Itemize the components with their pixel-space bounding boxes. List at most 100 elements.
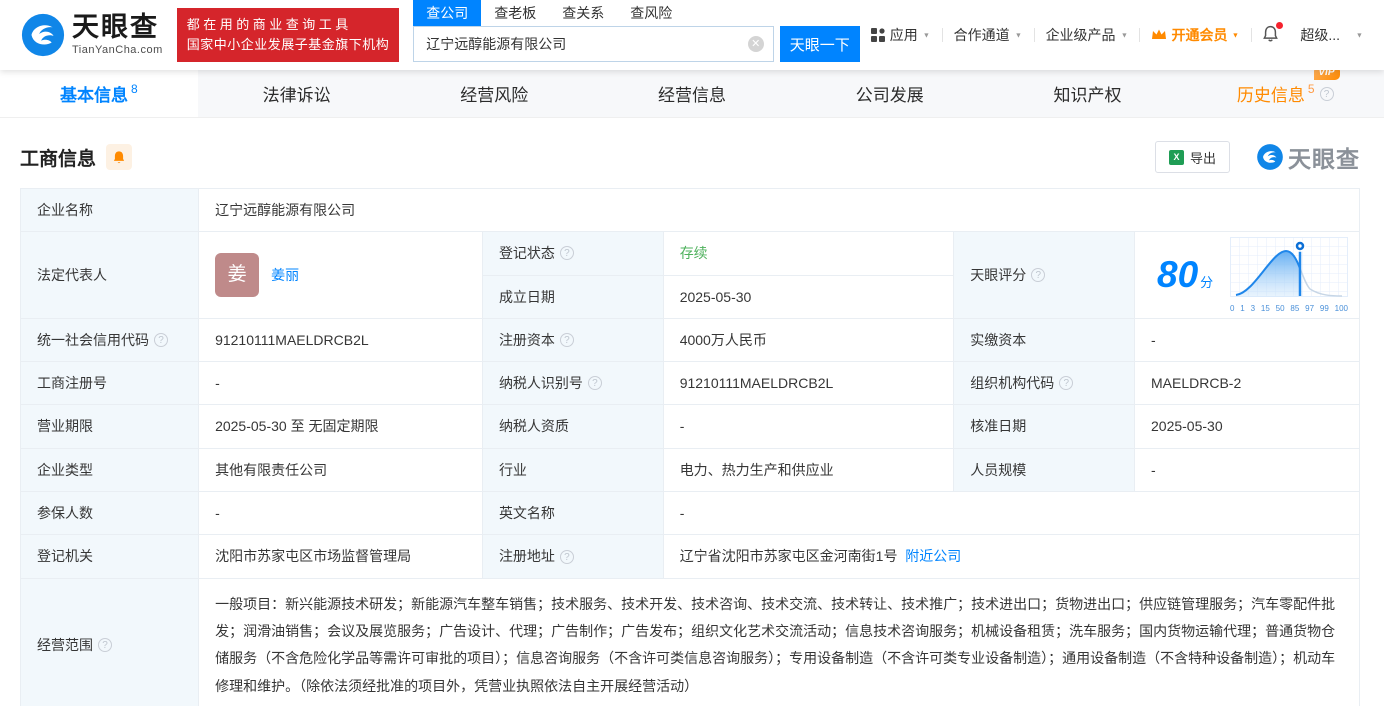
- clear-search-icon[interactable]: [748, 36, 764, 52]
- top-nav: 应用 合作通道 企业级产品 开通会员: [860, 25, 1364, 46]
- help-icon[interactable]: [1320, 87, 1334, 101]
- excel-icon: [1169, 150, 1184, 165]
- help-icon[interactable]: [560, 550, 574, 564]
- field-label: 经营范围: [21, 578, 199, 706]
- bell-icon: [112, 150, 126, 165]
- crown-icon: [1151, 28, 1167, 42]
- nav-super-label: 超级...: [1300, 25, 1340, 45]
- company-type-value: 其他有限责任公司: [199, 448, 483, 491]
- tab-intellectual-property[interactable]: 知识产权: [989, 70, 1187, 117]
- table-row: 参保人数 - 英文名称 -: [21, 492, 1360, 535]
- nav-partner-label: 合作通道: [954, 25, 1010, 45]
- field-label: 企业名称: [21, 189, 199, 232]
- est-date-value: 2025-05-30: [663, 275, 954, 318]
- field-label: 核准日期: [954, 405, 1135, 448]
- search-button[interactable]: 天眼一下: [780, 26, 860, 62]
- taxpayer-quality-value: -: [663, 405, 954, 448]
- reg-authority-value: 沈阳市苏家屯区市场监督管理局: [199, 535, 483, 578]
- apps-grid-icon: [871, 28, 885, 42]
- chevron-down-icon: [922, 30, 931, 40]
- tab-operating-info[interactable]: 经营信息: [593, 70, 791, 117]
- reg-status-value: 存续: [663, 232, 954, 275]
- nav-apps[interactable]: 应用: [860, 25, 942, 45]
- table-row: 法定代表人 姜 姜丽 登记状态 存续 天眼评分 8: [21, 232, 1360, 275]
- field-label: 成立日期: [482, 275, 663, 318]
- field-label: 登记机关: [21, 535, 199, 578]
- company-section-tabbar: 基本信息 8 法律诉讼 经营风险 经营信息 公司发展 知识产权 VIP 历史信息…: [0, 70, 1384, 118]
- nav-open-membership[interactable]: 开通会员: [1140, 25, 1251, 45]
- search-tab-relation[interactable]: 查关系: [549, 0, 617, 26]
- nearby-companies-link[interactable]: 附近公司: [905, 548, 961, 564]
- logo-domain: TianYanCha.com: [72, 44, 163, 56]
- table-row: 企业类型 其他有限责任公司 行业 电力、热力生产和供应业 人员规模 -: [21, 448, 1360, 491]
- table-row: 企业名称 辽宁远醇能源有限公司: [21, 189, 1360, 232]
- credit-code-value: 91210111MAELDRCB2L: [199, 318, 483, 361]
- tianyancha-logo-icon: [20, 12, 66, 58]
- field-label: 英文名称: [482, 492, 663, 535]
- export-button[interactable]: 导出: [1155, 141, 1230, 173]
- subscribe-bell-button[interactable]: [106, 144, 132, 170]
- staff-size-value: -: [1135, 448, 1360, 491]
- legal-rep-link[interactable]: 姜丽: [271, 265, 299, 285]
- tianyancha-logo-icon: [1256, 143, 1284, 171]
- reg-address-value: 辽宁省沈阳市苏家屯区金河南街1号 附近公司: [663, 535, 1359, 578]
- score-axis-labels: 013 155085 9799100: [1229, 305, 1349, 313]
- help-icon[interactable]: [98, 638, 112, 652]
- tab-basic-info[interactable]: 基本信息 8: [0, 70, 198, 117]
- search-area: 查公司 查老板 查关系 查风险 天眼一下: [413, 0, 859, 62]
- search-tab-company[interactable]: 查公司: [413, 0, 481, 26]
- nav-enterprise-product[interactable]: 企业级产品: [1035, 25, 1140, 45]
- main-content: 工商信息 导出 天眼查: [0, 118, 1384, 706]
- industry-value: 电力、热力生产和供应业: [663, 448, 954, 491]
- field-label: 人员规模: [954, 448, 1135, 491]
- nav-vip-label: 开通会员: [1171, 25, 1227, 45]
- field-label: 营业期限: [21, 405, 199, 448]
- insured-count-value: -: [199, 492, 483, 535]
- field-label: 注册资本: [482, 318, 663, 361]
- tianyancha-watermark: 天眼查: [1256, 140, 1360, 174]
- search-tab-risk[interactable]: 查风险: [617, 0, 685, 26]
- table-row: 营业期限 2025-05-30 至 无固定期限 纳税人资质 - 核准日期 202…: [21, 405, 1360, 448]
- field-label: 纳税人资质: [482, 405, 663, 448]
- promo-banner: 都在用的商业查询工具 国家中小企业发展子基金旗下机构: [177, 8, 400, 62]
- table-row: 登记机关 沈阳市苏家屯区市场监督管理局 注册地址 辽宁省沈阳市苏家屯区金河南街1…: [21, 535, 1360, 578]
- avatar[interactable]: 姜: [215, 253, 259, 297]
- tianyan-score-cell: 80分: [1135, 232, 1360, 319]
- reg-number-value: -: [199, 362, 483, 405]
- legal-rep-cell: 姜 姜丽: [199, 232, 483, 319]
- help-icon[interactable]: [588, 376, 602, 390]
- tab-operating-risk[interactable]: 经营风险: [395, 70, 593, 117]
- table-row: 工商注册号 - 纳税人识别号 91210111MAELDRCB2L 组织机构代码…: [21, 362, 1360, 405]
- chevron-down-icon: [1014, 30, 1023, 40]
- org-code-value: MAELDRCB-2: [1135, 362, 1360, 405]
- table-row: 经营范围 一般项目：新兴能源技术研发；新能源汽车整车销售；技术服务、技术开发、技…: [21, 578, 1360, 706]
- field-label: 参保人数: [21, 492, 199, 535]
- help-icon[interactable]: [1031, 268, 1045, 282]
- paid-capital-value: -: [1135, 318, 1360, 361]
- section-title: 工商信息: [20, 144, 96, 171]
- help-icon[interactable]: [154, 333, 168, 347]
- score-distribution-chart: 013 155085 9799100: [1229, 237, 1349, 313]
- tianyancha-logo[interactable]: 天眼查 TianYanCha.com: [20, 12, 163, 58]
- tab-count: 5: [1308, 82, 1315, 96]
- nav-enterprise-label: 企业级产品: [1046, 25, 1116, 45]
- field-label: 工商注册号: [21, 362, 199, 405]
- notifications-bell[interactable]: [1252, 25, 1289, 46]
- score-value: 80分: [1157, 248, 1213, 302]
- field-label: 纳税人识别号: [482, 362, 663, 405]
- business-scope-value: 一般项目：新兴能源技术研发；新能源汽车整车销售；技术服务、技术开发、技术咨询、技…: [199, 578, 1360, 706]
- tab-legal-proceedings[interactable]: 法律诉讼: [198, 70, 396, 117]
- tab-company-development[interactable]: 公司发展: [791, 70, 989, 117]
- tab-history-info[interactable]: VIP 历史信息 5: [1186, 70, 1384, 117]
- field-label: 行业: [482, 448, 663, 491]
- help-icon[interactable]: [560, 333, 574, 347]
- help-icon[interactable]: [1059, 376, 1073, 390]
- search-tab-boss[interactable]: 查老板: [481, 0, 549, 26]
- nav-super-account[interactable]: 超级...: [1289, 25, 1351, 45]
- help-icon[interactable]: [560, 246, 574, 260]
- nav-partner-channel[interactable]: 合作通道: [943, 25, 1034, 45]
- logo-title: 天眼查: [72, 14, 163, 41]
- field-label: 组织机构代码: [954, 362, 1135, 405]
- chevron-down-icon: [1231, 30, 1240, 40]
- search-input[interactable]: [413, 26, 773, 62]
